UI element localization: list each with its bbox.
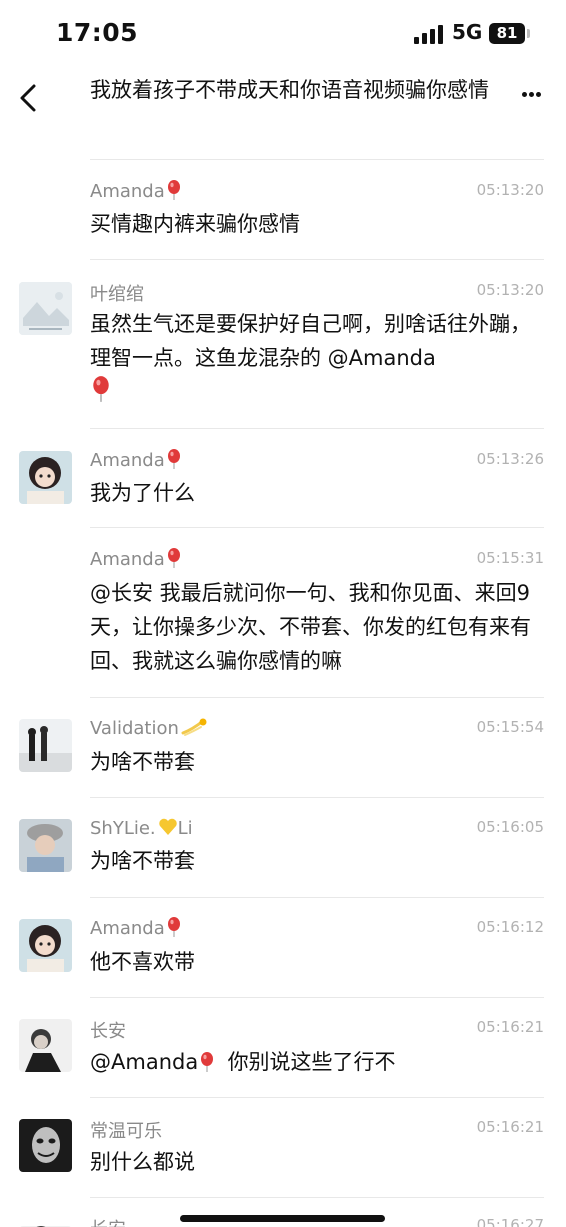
avatar[interactable] [19, 919, 72, 972]
message-text[interactable]: @长安 我最后就问你一句、我和你见面、来回9天，让你操多少次、不带套、你发的红包… [90, 576, 548, 678]
message-time: 05:15:54 [476, 718, 544, 736]
chat-screen: 17:05 5G 81 我放着孩子不带成天和你语音视频骗你感情 Amanda 0… [0, 0, 566, 1227]
message-sender[interactable]: 长安 [90, 1215, 126, 1227]
divider [90, 897, 544, 898]
message-time: 05:16:27 [476, 1216, 544, 1227]
avatar[interactable] [19, 719, 72, 772]
divider [90, 159, 544, 160]
balloon-icon [92, 376, 110, 402]
beach-avatar-icon [19, 719, 72, 772]
avatar[interactable] [19, 1019, 72, 1072]
message-time: 05:13:20 [476, 181, 544, 199]
balloon-icon [167, 449, 181, 469]
message-text[interactable]: 为啥不带套 [90, 745, 540, 779]
doll-avatar-icon [19, 451, 72, 504]
divider [90, 1197, 544, 1198]
mention-text[interactable]: @Amanda [90, 1050, 198, 1074]
man-portrait-avatar-icon [19, 1019, 72, 1072]
divider [90, 997, 544, 998]
landscape-avatar-icon [19, 282, 72, 335]
message-sender[interactable]: Amanda [90, 917, 181, 939]
avatar[interactable] [19, 1219, 72, 1227]
message-text[interactable]: 虽然生气还是要保护好自己啊，别啥话往外蹦，理智一点。这鱼龙混杂的 @Amanda [90, 307, 542, 409]
girl-hat-avatar-icon [19, 819, 72, 872]
divider [90, 259, 544, 260]
message-sender[interactable]: 常温可乐 [90, 1117, 162, 1143]
message-time: 05:13:20 [476, 281, 544, 299]
balloon-icon [167, 917, 181, 937]
message-text[interactable]: 别什么都说 [90, 1145, 540, 1179]
message-time: 05:16:12 [476, 918, 544, 936]
avatar[interactable] [19, 819, 72, 872]
message-text[interactable]: @Amanda 你别说这些了行不 [90, 1045, 540, 1079]
divider [90, 1097, 544, 1098]
message-text[interactable]: 买情趣内裤来骗你感情 [90, 207, 540, 241]
message-text[interactable]: 我为了什么 [90, 476, 540, 510]
divider [90, 797, 544, 798]
divider [90, 697, 544, 698]
message-time: 05:16:21 [476, 1118, 544, 1136]
message-sender[interactable]: Validation [90, 717, 207, 739]
message-text[interactable]: 为啥不带套 [90, 844, 540, 878]
balloon-icon [167, 548, 181, 568]
message-sender[interactable]: 叶绾绾 [90, 280, 144, 306]
doll-avatar-icon [19, 919, 72, 972]
balloon-icon [167, 180, 181, 200]
divider [90, 527, 544, 528]
mask-avatar-icon [19, 1119, 72, 1172]
avatar[interactable] [19, 1119, 72, 1172]
message-sender[interactable]: 长安 [90, 1017, 126, 1043]
message-time: 05:15:31 [476, 549, 544, 567]
shooting-star-icon [181, 717, 207, 737]
message-time: 05:16:05 [476, 818, 544, 836]
message-text[interactable]: 他不喜欢带 [90, 945, 540, 979]
message-sender[interactable]: Amanda [90, 449, 181, 471]
message-sender[interactable]: ShYLie. Li [90, 817, 193, 839]
message-list[interactable]: Amanda 05:13:20 买情趣内裤来骗你感情 叶绾绾 05:13:20 … [0, 0, 566, 1227]
message-sender[interactable]: Amanda [90, 548, 181, 570]
message-sender[interactable]: Amanda [90, 180, 181, 202]
yellow-heart-icon [158, 817, 178, 837]
divider [90, 428, 544, 429]
balloon-icon [200, 1048, 214, 1072]
message-time: 05:13:26 [476, 450, 544, 468]
avatar[interactable] [19, 282, 72, 335]
avatar[interactable] [19, 451, 72, 504]
home-indicator[interactable] [180, 1215, 385, 1222]
message-time: 05:16:21 [476, 1018, 544, 1036]
